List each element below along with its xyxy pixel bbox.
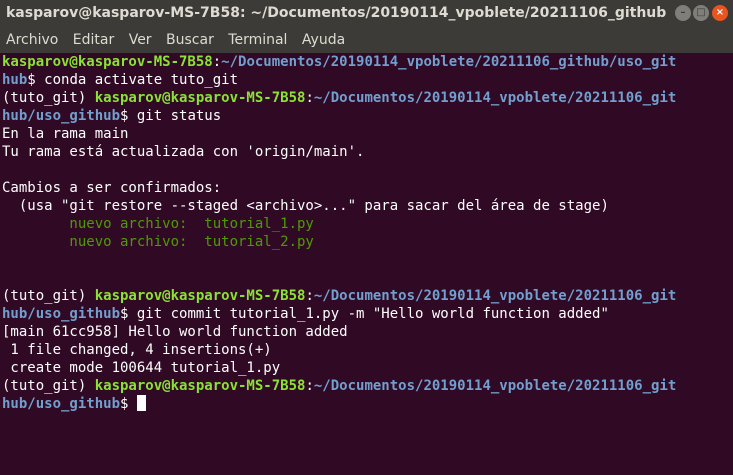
terminal-text-segment: kasparov@kasparov-MS-7B58 <box>2 54 213 70</box>
current-prompt-line: hub/uso_github$ <box>2 395 730 413</box>
terminal-text-segment: : <box>305 288 314 304</box>
terminal-text-segment: ~/Documentos/20190114_vpoblete/20211106_… <box>313 378 677 394</box>
terminal-text-segment: ~/Documentos/20190114_vpoblete/20211106_… <box>313 288 677 304</box>
text-cursor <box>136 395 146 411</box>
output-line: Cambios a ser confirmados: <box>2 179 730 197</box>
menu-buscar[interactable]: Buscar <box>162 27 218 53</box>
close-icon[interactable]: × <box>712 5 728 21</box>
menu-archivo[interactable]: Archivo <box>2 27 62 53</box>
terminal-text-segment: En la rama main <box>2 126 129 142</box>
terminal-text-segment: kasparov@kasparov-MS-7B58 <box>94 378 306 394</box>
terminal-text-segment: nuevo archivo: tutorial_1.py <box>2 216 314 232</box>
window-title: kasparov@kasparov-MS-7B58: ~/Documentos/… <box>6 5 666 21</box>
terminal-text-segment: hub/uso_github <box>2 396 121 412</box>
terminal-window: kasparov@kasparov-MS-7B58: ~/Documentos/… <box>0 0 733 475</box>
prompt-line: (tuto_git) kasparov@kasparov-MS-7B58:~/D… <box>2 377 730 395</box>
command-line: hub$ conda activate tuto_git <box>2 71 730 89</box>
terminal-text-segment: kasparov@kasparov-MS-7B58 <box>94 90 306 106</box>
terminal-output[interactable]: kasparov@kasparov-MS-7B58:~/Documentos/2… <box>2 53 730 473</box>
menu-bar: Archivo Editar Ver Buscar Terminal Ayuda <box>0 27 733 53</box>
staged-file-line: nuevo archivo: tutorial_1.py <box>2 215 730 233</box>
menu-terminal[interactable]: Terminal <box>224 27 291 53</box>
terminal-text-segment: (tuto_git) <box>2 90 95 106</box>
output-line: Tu rama está actualizada con 'origin/mai… <box>2 143 730 161</box>
menu-editar[interactable]: Editar <box>69 27 118 53</box>
terminal-text-segment: nuevo archivo: tutorial_2.py <box>2 234 314 250</box>
terminal-text-segment: create mode 100644 tutorial_1.py <box>2 360 281 376</box>
terminal-text-segment: [main 61cc958] Hello world function adde… <box>2 324 348 340</box>
output-line: create mode 100644 tutorial_1.py <box>2 359 730 377</box>
output-line: [main 61cc958] Hello world function adde… <box>2 323 730 341</box>
title-bar[interactable]: kasparov@kasparov-MS-7B58: ~/Documentos/… <box>0 0 733 27</box>
terminal-text-segment: kasparov@kasparov-MS-7B58 <box>94 288 306 304</box>
terminal-text-segment: $ <box>120 396 137 412</box>
terminal-text-segment: : <box>212 54 222 70</box>
menu-ver[interactable]: Ver <box>125 27 156 53</box>
command-line: hub/uso_github$ git status <box>2 107 730 125</box>
terminal-text-segment: $ git commit tutorial_1.py -m "Hello wor… <box>120 306 609 322</box>
terminal-text-segment: hub <box>2 72 28 88</box>
terminal-text-segment: hub/uso_github <box>2 108 121 124</box>
command-line: hub/uso_github$ git commit tutorial_1.py… <box>2 305 730 323</box>
terminal-text-segment: (tuto_git) <box>2 288 95 304</box>
output-line: En la rama main <box>2 125 730 143</box>
terminal-text-segment: (usa "git restore --staged <archivo>..."… <box>2 198 609 214</box>
prompt-line: (tuto_git) kasparov@kasparov-MS-7B58:~/D… <box>2 287 730 305</box>
terminal-text-segment: $ conda activate tuto_git <box>27 72 239 88</box>
terminal-text-segment: (tuto_git) <box>2 378 95 394</box>
maximize-icon[interactable]: □ <box>693 5 709 21</box>
staged-file-line: nuevo archivo: tutorial_2.py <box>2 233 730 251</box>
output-line: (usa "git restore --staged <archivo>..."… <box>2 197 730 215</box>
terminal-text-segment: : <box>305 90 314 106</box>
prompt-line-wrap: kasparov@kasparov-MS-7B58:~/Documentos/2… <box>2 53 730 71</box>
terminal-text-segment: : <box>305 378 314 394</box>
prompt-line: (tuto_git) kasparov@kasparov-MS-7B58:~/D… <box>2 89 730 107</box>
output-line: 1 file changed, 4 insertions(+) <box>2 341 730 359</box>
menu-ayuda[interactable]: Ayuda <box>298 27 349 53</box>
terminal-text-segment: 1 file changed, 4 insertions(+) <box>2 342 272 358</box>
terminal-text-segment: ~/Documentos/20190114_vpoblete/20211106_… <box>221 54 677 70</box>
minimize-icon[interactable]: – <box>675 5 691 21</box>
terminal-text-segment: ~/Documentos/20190114_vpoblete/20211106_… <box>313 90 677 106</box>
terminal-text-segment: hub/uso_github <box>2 306 121 322</box>
terminal-text-segment: $ git status <box>120 108 222 124</box>
terminal-text-segment: Cambios a ser confirmados: <box>2 180 222 196</box>
terminal-text-segment: Tu rama está actualizada con 'origin/mai… <box>2 144 365 160</box>
